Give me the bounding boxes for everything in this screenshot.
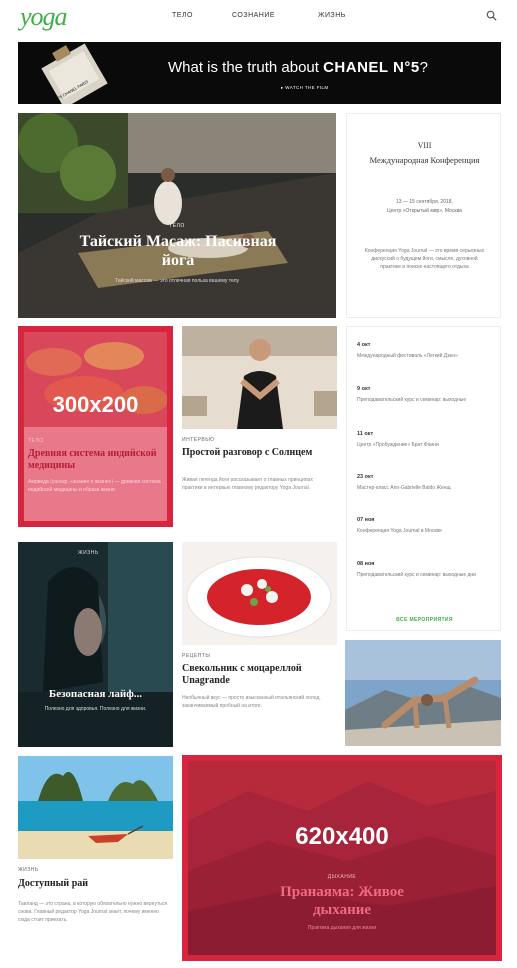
event-date: 07 ноя [357,517,375,523]
sun-interview-article[interactable]: ИНТЕРВЬЮ Простой разговор с Солнцем Жива… [182,326,337,536]
banner-text-prefix: What is the truth about [168,59,324,76]
beach-article-excerpt: Таиланд — это страна, в которую обязател… [18,901,168,923]
nav-item-life[interactable]: ЖИЗНЬ [318,12,346,19]
ad-large-tag: ДЫХАНИЕ [327,874,357,880]
conference-roman: VIII [417,141,432,150]
soup-article-excerpt: Необычный вкус — просто изысканный италь… [182,695,321,709]
beach-article[interactable]: ЖИЗНЬ Доступный рай Таиланд — это страна… [18,756,173,961]
beach-image [18,756,173,859]
event-date: 9 окт [357,386,371,392]
ad-large-title: Пранаяма: Живое дыхание [280,884,404,918]
ad-small-tag: ТЕЛО [28,438,44,444]
event-text[interactable]: Международный фестиваль «Легкий Дзен» [357,353,487,360]
all-events-link[interactable]: ВСЕ МЕРОПРИЯТИЯ [347,617,502,623]
event-date: 23 окт [357,474,374,480]
beach-article-tag: ЖИЗНЬ [18,867,39,873]
hero-title[interactable]: Тайский Масаж: Пасивная йога [78,232,278,270]
soup-bowl-image [182,542,337,645]
chanel-banner-ad[interactable]: N°5 CHANEL PARIS What is the truth about… [18,42,501,104]
event-text[interactable]: Центр «Пробуждение» Брат Фанни [357,442,487,449]
conference-venue: Центр «Открытый мир», Москва [387,208,462,214]
conference-description: Конференция Yoga Journal — это время сер… [364,248,485,270]
ad-placeholder-300x200[interactable]: 300x200 ТЕЛО Древняя система индийской м… [18,326,173,527]
event-text[interactable]: Преподавательский курс и семинар: выходн… [357,397,487,404]
soup-article-tag: РЕЦЕПТЫ [182,653,211,659]
ad-small-excerpt: Аюрведа (санскр. «знание о жизни») — дре… [28,479,161,493]
hero-tag: ТЕЛО [169,223,185,229]
woman-portrait-article[interactable]: ЖИЗНЬ Безопасная лайф... Полезно для здо… [18,542,173,747]
soup-recipe-article[interactable]: РЕЦЕПТЫ Свекольник с моцареллой Unagrand… [182,542,337,747]
conference-card[interactable]: VIII Международная Конференция 13 — 15 с… [346,113,501,318]
woman-card-tag: ЖИЗНЬ [78,550,99,556]
ad-caption-area [24,427,167,521]
sun-article-title[interactable]: Простой разговор с Солнцем [182,447,332,459]
ad-size-label-large: 620x400 [295,823,389,850]
hero-article[interactable]: ТЕЛО Тайский Масаж: Пасивная йога Тайски… [18,113,336,318]
watch-film-link[interactable]: ▸ WATCH THE FILM [281,85,329,91]
hero-excerpt: Тайский массаж — это отличная польза ваш… [114,278,240,284]
event-date: 4 окт [357,342,371,348]
ad-size-label-small: 300x200 [52,392,139,417]
event-text[interactable]: Преподавательский курс и семинар: выходн… [357,572,487,579]
banner-headline: What is the truth about CHANEL N°5? [168,59,428,76]
conference-dates: 13 — 15 сентября, 2018, [396,199,453,205]
banner-suffix: ? [419,59,429,76]
banner-brand: CHANEL N°5 [323,59,420,76]
event-text[interactable]: Конференция Yoga Journal в Москве [357,528,487,535]
site-logo[interactable]: yoga [20,2,68,32]
ad-small-title: Древняя система индийской медицины [28,448,157,471]
conference-title: Международная Конференция [369,155,480,165]
sun-article-excerpt: Живая легенда йоги рассказывает о главны… [182,477,313,491]
thai-massage-image [18,113,336,318]
woman-card-excerpt: Полезно для здоровья. Полезно для жизни. [44,706,147,712]
nav-item-mind[interactable]: СОЗНАНИЕ [232,12,275,19]
event-date: 08 ноя [357,561,375,567]
woman-portrait-image [18,542,173,747]
ad-large-excerpt: Практика дыхания для жизни [307,925,377,931]
event-date: 11 окт [357,431,374,437]
beach-article-title[interactable]: Доступный рай [18,878,168,890]
soup-article-title[interactable]: Свекольник с моцареллой Unagrande [182,663,334,687]
search-icon[interactable] [486,10,497,21]
yoga-pose-image[interactable] [345,640,501,746]
woman-card-title[interactable]: Безопасная лайф... [28,688,163,700]
meditation-woman-image [182,326,337,429]
event-text[interactable]: Мастер-класс Ann-Gabrielle Baldo Женщ [357,485,487,492]
nav-item-body[interactable]: ТЕЛО [172,12,193,19]
events-list: 4 окт Международный фестиваль «Легкий Дз… [346,326,501,631]
sun-article-tag: ИНТЕРВЬЮ [182,437,215,443]
ad-placeholder-620x400[interactable]: 620x400 ДЫХАНИЕ Пранаяма: Живое дыхание … [182,755,502,961]
perfume-bottle-image [18,42,138,104]
